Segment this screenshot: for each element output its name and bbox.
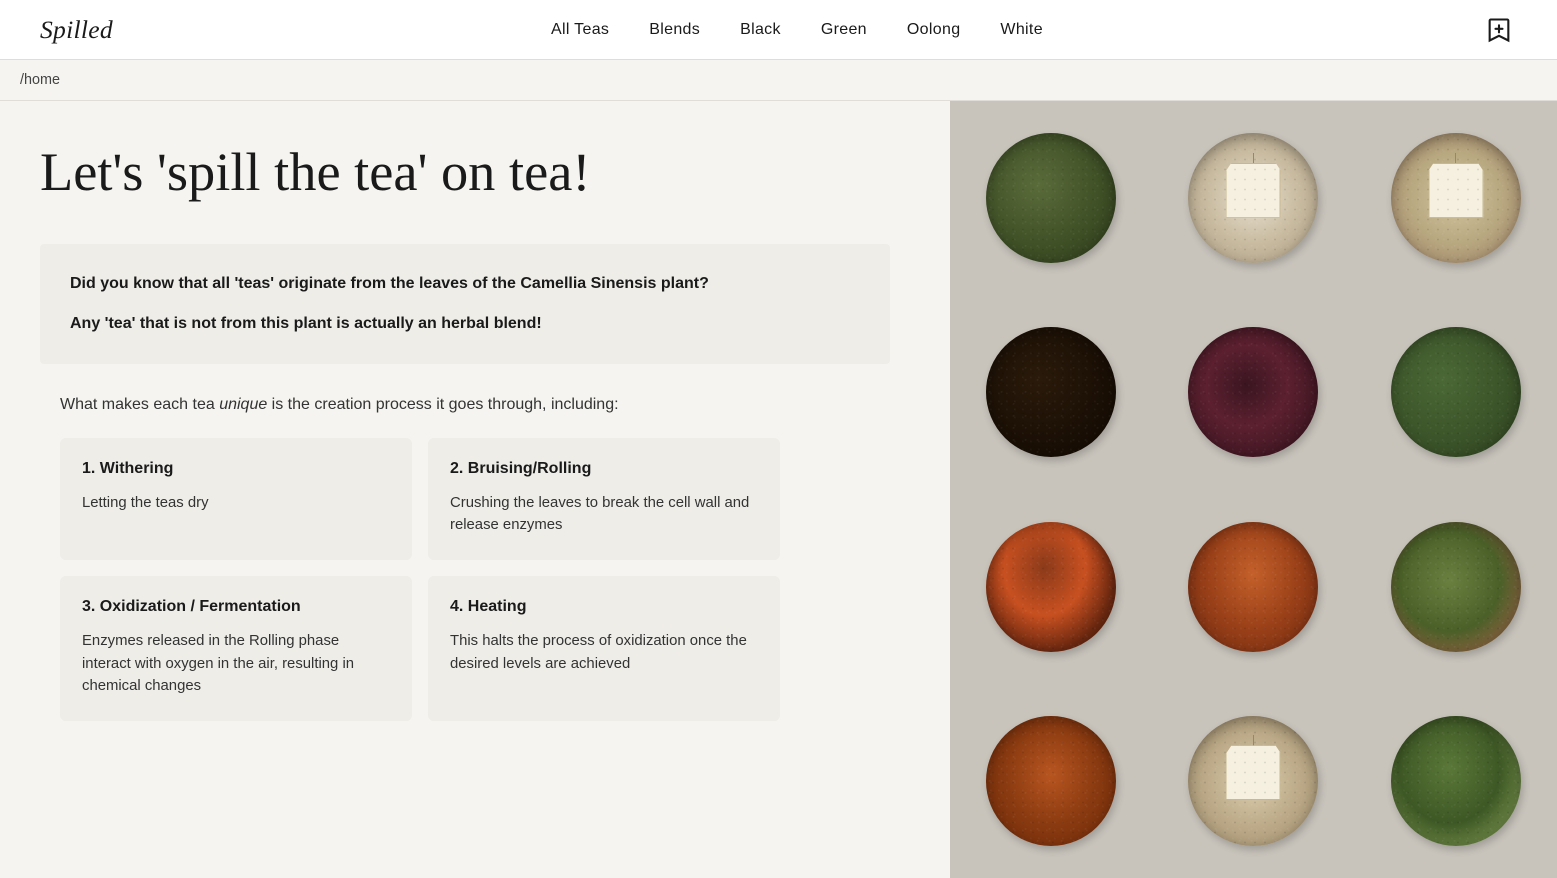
tea-bowl-bowl-10	[986, 716, 1116, 846]
tea-bowl-cell-bowl-2	[1152, 101, 1354, 295]
tea-bag-body	[1226, 745, 1281, 800]
bookmark-button[interactable]	[1481, 12, 1517, 48]
tea-bowl-cell-bowl-7	[950, 490, 1152, 684]
breadcrumb: /home	[0, 60, 1557, 101]
tea-bag-body	[1428, 163, 1483, 218]
tea-bowl-bowl-6	[1391, 327, 1521, 457]
tea-bowl-bowl-5	[1188, 327, 1318, 457]
tea-bowl-cell-bowl-1	[950, 101, 1152, 295]
right-image-panel	[950, 101, 1557, 878]
nav-links: All Teas Blends Black Green Oolong White	[551, 21, 1043, 39]
tea-bowl-cell-bowl-10	[950, 684, 1152, 878]
process-intro-suffix: is the creation process it goes through,…	[267, 396, 618, 413]
nav-blends[interactable]: Blends	[649, 21, 700, 38]
process-card-body-heating: This halts the process of oxidization on…	[450, 630, 758, 675]
process-card-title-oxidization: 3. Oxidization / Fermentation	[82, 598, 390, 616]
tea-bag-string	[1253, 735, 1254, 750]
process-card-oxidization: 3. Oxidization / Fermentation Enzymes re…	[60, 576, 412, 721]
process-intro-italic: unique	[219, 396, 267, 413]
left-content: Let's 'spill the tea' on tea! Did you kn…	[0, 101, 950, 878]
tea-bowl-bowl-1	[986, 133, 1116, 263]
tea-bowl-bowl-7	[986, 522, 1116, 652]
process-card-title-bruising: 2. Bruising/Rolling	[450, 460, 758, 478]
tea-bowl-bowl-3	[1391, 133, 1521, 263]
tea-bag-string	[1253, 153, 1254, 168]
process-grid: 1. Withering Letting the teas dry 2. Bru…	[60, 438, 780, 722]
process-card-title-heating: 4. Heating	[450, 598, 758, 616]
tea-bag-string	[1455, 153, 1456, 168]
tea-bowl-cell-bowl-6	[1355, 295, 1557, 489]
breadcrumb-text: /home	[20, 72, 60, 88]
tea-bag-shape	[1226, 735, 1281, 800]
navbar: Spilled All Teas Blends Black Green Oolo…	[0, 0, 1557, 60]
tea-bowl-cell-bowl-9	[1355, 490, 1557, 684]
hero-title: Let's 'spill the tea' on tea!	[40, 141, 890, 204]
process-card-body-oxidization: Enzymes released in the Rolling phase in…	[82, 630, 390, 697]
tea-bowl-cell-bowl-8	[1152, 490, 1354, 684]
process-card-title-withering: 1. Withering	[82, 460, 390, 478]
tea-bag-body	[1226, 163, 1281, 218]
tea-bowl-cell-bowl-4	[950, 295, 1152, 489]
nav-green[interactable]: Green	[821, 21, 867, 38]
site-logo[interactable]: Spilled	[40, 15, 113, 45]
facts-section: Did you know that all 'teas' originate f…	[40, 244, 890, 364]
tea-bowl-cell-bowl-3	[1355, 101, 1557, 295]
tea-bowl-bowl-4	[986, 327, 1116, 457]
tea-bag-shape	[1226, 153, 1281, 218]
nav-all-teas[interactable]: All Teas	[551, 21, 609, 38]
process-card-body-bruising: Crushing the leaves to break the cell wa…	[450, 492, 758, 537]
process-card-heating: 4. Heating This halts the process of oxi…	[428, 576, 780, 721]
tea-bowl-cell-bowl-5	[1152, 295, 1354, 489]
nav-black[interactable]: Black	[740, 21, 781, 38]
tea-bowl-cell-bowl-11	[1152, 684, 1354, 878]
nav-oolong[interactable]: Oolong	[907, 21, 961, 38]
process-card-bruising: 2. Bruising/Rolling Crushing the leaves …	[428, 438, 780, 561]
main-layout: Let's 'spill the tea' on tea! Did you kn…	[0, 101, 1557, 878]
process-card-body-withering: Letting the teas dry	[82, 492, 390, 514]
nav-white[interactable]: White	[1000, 21, 1043, 38]
tea-bowl-cell-bowl-12	[1355, 684, 1557, 878]
process-intro: What makes each tea unique is the creati…	[40, 396, 890, 414]
process-card-withering: 1. Withering Letting the teas dry	[60, 438, 412, 561]
fact-line-1: Did you know that all 'teas' originate f…	[70, 272, 860, 296]
fact-line-2: Any 'tea' that is not from this plant is…	[70, 312, 860, 336]
tea-bowl-bowl-8	[1188, 522, 1318, 652]
tea-bowl-bowl-2	[1188, 133, 1318, 263]
tea-bowl-bowl-9	[1391, 522, 1521, 652]
tea-bag-shape	[1428, 153, 1483, 218]
process-intro-prefix: What makes each tea	[60, 396, 219, 413]
tea-bowls-grid	[950, 101, 1557, 878]
tea-bowl-bowl-11	[1188, 716, 1318, 846]
tea-bowl-bowl-12	[1391, 716, 1521, 846]
